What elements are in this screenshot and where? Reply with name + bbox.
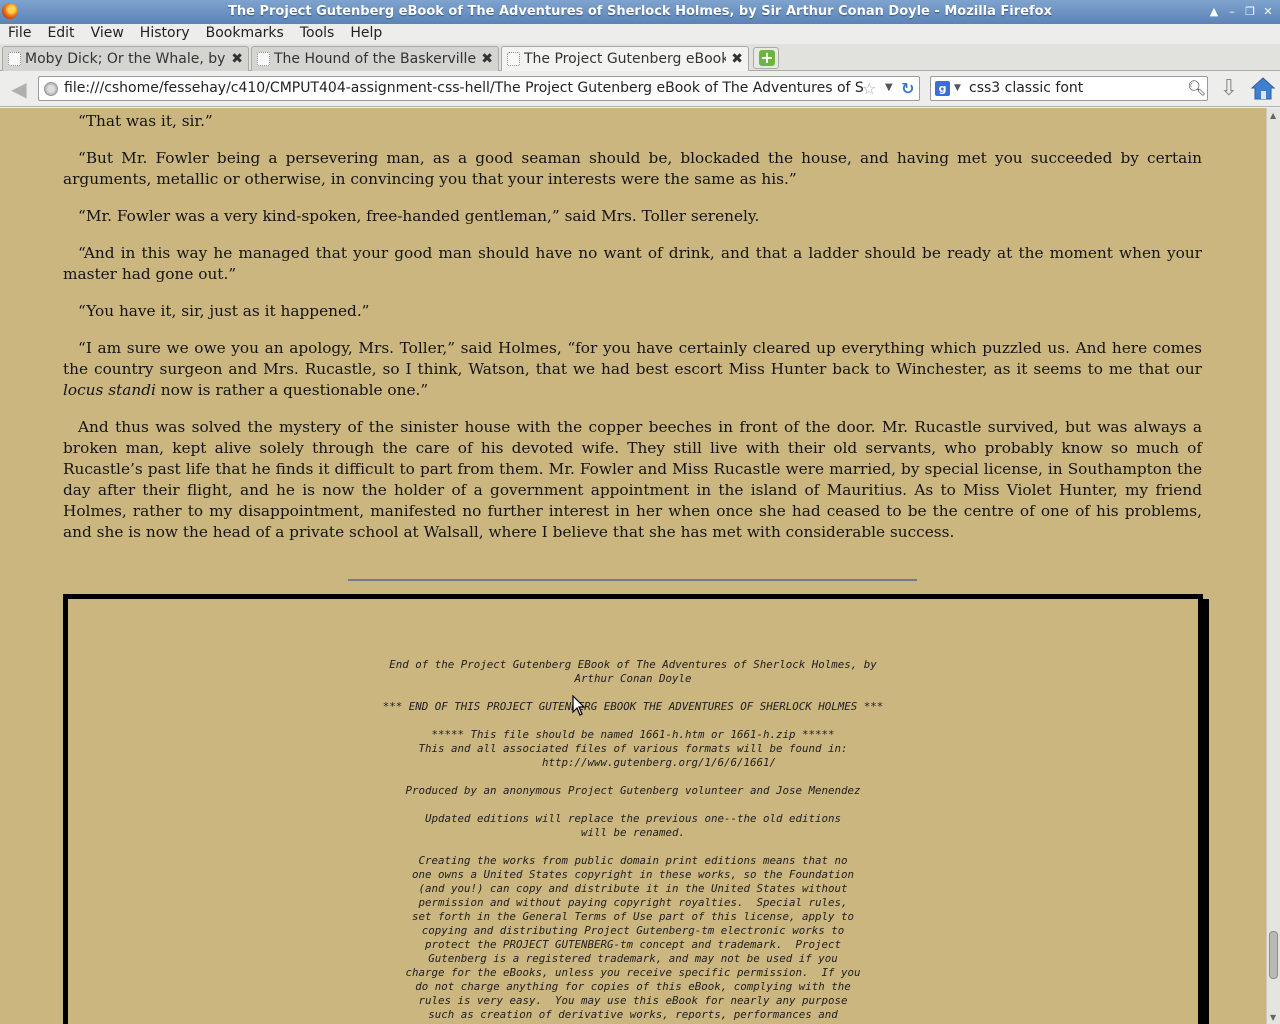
scrollbar-thumb[interactable]: [1269, 931, 1278, 979]
horizontal-rule: [348, 579, 917, 581]
home-button[interactable]: [1250, 76, 1276, 102]
menu-history[interactable]: History: [132, 24, 198, 44]
url-text[interactable]: file:///cshome/fessehay/c410/CMPUT404-as…: [64, 80, 864, 96]
tab-close-icon[interactable]: ✖: [731, 51, 743, 67]
scroll-down-arrow-icon[interactable]: ▼: [1270, 1013, 1276, 1022]
mouse-cursor-icon: [572, 695, 586, 716]
search-engine-dropdown-icon[interactable]: ▼: [954, 83, 961, 93]
menu-help[interactable]: Help: [342, 24, 390, 44]
home-icon: [1250, 77, 1276, 100]
tab-label: The Project Gutenberg eBook...: [524, 51, 726, 67]
window-titlebar: The Project Gutenberg eBook of The Adven…: [0, 0, 1280, 24]
paragraph-text: now is rather a questionable one.”: [155, 381, 429, 399]
paragraph: “And in this way he managed that your go…: [63, 244, 1202, 283]
new-tab-button[interactable]: +: [753, 47, 779, 69]
paragraph: And thus was solved the mystery of the s…: [63, 418, 1202, 541]
search-input[interactable]: css3 classic font: [969, 80, 1083, 96]
paragraph: “That was it, sir.”: [78, 112, 213, 130]
license-box: End of the Project Gutenberg EBook of Th…: [63, 594, 1203, 1024]
page-icon: [8, 52, 21, 66]
page-icon: [507, 52, 520, 66]
menu-file[interactable]: File: [0, 24, 39, 44]
search-engine-icon[interactable]: g: [935, 81, 950, 96]
paragraph: “But Mr. Fowler being a persevering man,…: [63, 149, 1202, 188]
latin-phrase: locus standi: [63, 381, 156, 399]
bookmark-star-icon[interactable]: ☆: [862, 79, 876, 98]
menu-tools[interactable]: Tools: [292, 24, 343, 44]
plus-icon: +: [759, 48, 775, 67]
book-text: “That was it, sir.” “But Mr. Fowler bein…: [63, 108, 1202, 559]
menu-view[interactable]: View: [83, 24, 132, 44]
back-button[interactable]: ◀: [6, 78, 32, 100]
scroll-up-icon[interactable]: ▲: [1206, 4, 1222, 20]
site-identity-icon[interactable]: [44, 82, 58, 96]
url-history-dropdown-icon[interactable]: ▼: [885, 82, 893, 93]
reload-icon[interactable]: ↻: [901, 79, 914, 98]
menu-bar: File Edit View History Bookmarks Tools H…: [0, 24, 1280, 44]
window-controls: ▲ – ❐ ✕: [1206, 4, 1276, 20]
search-icon[interactable]: 🔍︎: [1187, 79, 1206, 97]
tab-label: Moby Dick; Or the Whale, by ...: [25, 51, 226, 67]
scroll-up-arrow-icon[interactable]: ▲: [1270, 111, 1276, 120]
tab-sherlock-holmes[interactable]: The Project Gutenberg eBook... ✖: [501, 46, 749, 72]
minimize-icon[interactable]: –: [1224, 4, 1240, 20]
search-bar[interactable]: g ▼ css3 classic font 🔍︎: [930, 76, 1208, 101]
menu-bookmarks[interactable]: Bookmarks: [198, 24, 292, 44]
tab-label: The Hound of the Baskerville...: [274, 51, 476, 67]
license-text: End of the Project Gutenberg EBook of Th…: [382, 658, 884, 1024]
maximize-icon[interactable]: ❐: [1242, 4, 1258, 20]
page-icon: [257, 52, 270, 66]
downloads-button[interactable]: ⇩: [1216, 78, 1242, 100]
vertical-scrollbar[interactable]: ▲ ▼: [1266, 108, 1280, 1024]
paragraph: “You have it, sir, just as it happened.”: [78, 302, 370, 320]
tab-strip: Moby Dick; Or the Whale, by ... ✖ The Ho…: [0, 44, 1280, 72]
tab-hound-baskervilles[interactable]: The Hound of the Baskerville... ✖: [251, 46, 499, 71]
close-icon[interactable]: ✕: [1260, 4, 1276, 20]
navigation-toolbar: ◀ file:///cshome/fessehay/c410/CMPUT404-…: [0, 71, 1280, 107]
url-bar[interactable]: file:///cshome/fessehay/c410/CMPUT404-as…: [38, 76, 920, 101]
window-title: The Project Gutenberg eBook of The Adven…: [228, 4, 1052, 19]
menu-edit[interactable]: Edit: [39, 24, 82, 44]
paragraph: “I am sure we owe you an apology, Mrs. T…: [63, 338, 1202, 401]
paragraph: “Mr. Fowler was a very kind-spoken, free…: [78, 207, 760, 225]
page-content: “That was it, sir.” “But Mr. Fowler bein…: [0, 108, 1266, 1024]
tab-moby-dick[interactable]: Moby Dick; Or the Whale, by ... ✖: [2, 46, 249, 71]
tab-close-icon[interactable]: ✖: [231, 51, 243, 67]
tab-close-icon[interactable]: ✖: [481, 51, 493, 67]
paragraph-text: “I am sure we owe you an apology, Mrs. T…: [63, 339, 1202, 378]
